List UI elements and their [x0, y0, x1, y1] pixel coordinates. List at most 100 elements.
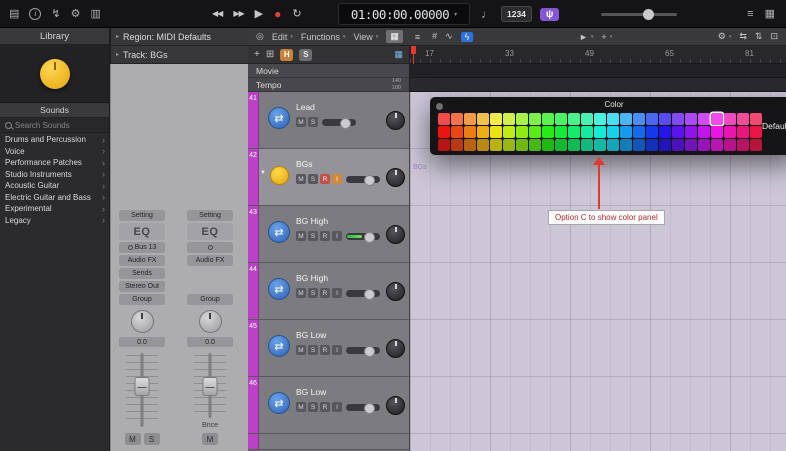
track-icon[interactable]: ⇄	[268, 335, 290, 357]
library-item[interactable]: Electric Guitar and Bass ›	[0, 192, 109, 204]
edit-menu[interactable]: Edit ▾	[272, 32, 293, 42]
pan-knob[interactable]	[386, 282, 405, 301]
chevron-down-icon[interactable]: ▾	[454, 11, 457, 18]
library-toggle-icon[interactable]: ▤	[9, 8, 19, 20]
group-button[interactable]: Group	[187, 294, 233, 305]
hide-tracks-button[interactable]: H	[280, 48, 294, 61]
color-swatch[interactable]	[568, 139, 580, 151]
color-swatch[interactable]	[646, 113, 658, 125]
color-swatch[interactable]	[737, 126, 749, 138]
track-name[interactable]: BG Low	[296, 387, 385, 397]
view-menu[interactable]: View ▾	[353, 32, 378, 42]
track-s-button[interactable]: S	[308, 117, 318, 127]
track-r-button[interactable]: R	[320, 345, 330, 355]
pan-knob[interactable]	[198, 309, 222, 333]
add-track-button[interactable]: +	[254, 49, 260, 60]
track-s-button[interactable]: S	[308, 402, 318, 412]
close-button[interactable]	[436, 103, 443, 110]
color-swatch[interactable]	[672, 139, 684, 151]
color-swatch[interactable]	[490, 126, 502, 138]
eq-button[interactable]: EQ	[187, 223, 233, 240]
color-swatch[interactable]	[516, 126, 528, 138]
color-swatch[interactable]	[451, 139, 463, 151]
functions-menu[interactable]: Functions ▾	[301, 32, 346, 42]
output-button[interactable]: Stereo Out	[119, 281, 165, 292]
movie-track-header[interactable]: Movie	[248, 64, 410, 78]
track-name[interactable]: BG High	[296, 273, 385, 283]
color-swatch[interactable]	[516, 113, 528, 125]
tempo-track-header[interactable]: Tempo 140 100	[248, 78, 410, 92]
count-in-button[interactable]: 1234	[501, 6, 532, 22]
list-editors-icon[interactable]: ≡	[747, 8, 753, 20]
color-swatch[interactable]	[711, 113, 723, 125]
color-swatch[interactable]	[477, 113, 489, 125]
pan-knob[interactable]	[386, 396, 405, 415]
playhead[interactable]	[411, 46, 416, 64]
track-s-button[interactable]: S	[308, 288, 318, 298]
color-swatch[interactable]	[464, 113, 476, 125]
color-swatch[interactable]	[698, 139, 710, 151]
vertical-zoom-icon[interactable]: ⇅	[755, 32, 763, 41]
volume-slider[interactable]	[322, 117, 356, 129]
track-r-button[interactable]: R	[320, 231, 330, 241]
settings-menu[interactable]: ⚙ ▾	[718, 31, 732, 42]
color-swatch[interactable]	[529, 113, 541, 125]
metronome-icon[interactable]: ♩	[481, 8, 493, 20]
volume-slider[interactable]	[346, 174, 380, 186]
color-swatch[interactable]	[607, 126, 619, 138]
color-swatch[interactable]	[555, 139, 567, 151]
eq-button[interactable]: EQ	[119, 223, 165, 240]
color-swatch[interactable]	[633, 139, 645, 151]
duplicate-track-icon[interactable]: ⊞	[266, 49, 274, 60]
waveform-icon[interactable]: ∿	[445, 32, 453, 41]
color-swatch[interactable]	[750, 126, 762, 138]
track-m-button[interactable]: M	[296, 117, 306, 127]
color-swatch[interactable]	[646, 139, 658, 151]
horizontal-zoom-icon[interactable]: ⇆	[739, 32, 747, 41]
library-item[interactable]: Voice ›	[0, 146, 109, 158]
color-swatch[interactable]	[724, 126, 736, 138]
library-item[interactable]: Performance Patches ›	[0, 157, 109, 169]
volume-slider[interactable]	[346, 231, 380, 243]
color-swatch[interactable]	[438, 113, 450, 125]
track-m-button[interactable]: M	[296, 288, 306, 298]
disclosure-triangle-icon[interactable]: ▼	[260, 170, 266, 176]
track-name[interactable]: BGs	[296, 159, 385, 169]
color-swatch[interactable]	[581, 113, 593, 125]
volume-slider[interactable]	[346, 402, 380, 414]
smart-controls-icon[interactable]: ⚙	[71, 8, 81, 20]
color-swatch[interactable]	[490, 113, 502, 125]
track-header[interactable]: 43 ⇄ BG High MSRI	[248, 206, 409, 263]
track-m-button[interactable]: M	[296, 174, 306, 184]
rewind-button[interactable]: ◀◀	[212, 10, 223, 18]
record-button[interactable]: ●	[274, 8, 281, 20]
color-swatch[interactable]	[750, 113, 762, 125]
color-swatch[interactable]	[503, 139, 515, 151]
track-i-button[interactable]: I	[332, 345, 342, 355]
catch-playhead-icon[interactable]: ◎	[256, 32, 264, 41]
grid-view-icon[interactable]: ▦	[386, 30, 403, 43]
track-name[interactable]: BG Low	[296, 330, 385, 340]
solo-button[interactable]: S	[143, 433, 160, 445]
cycle-button[interactable]: ↻	[292, 8, 301, 20]
color-swatch[interactable]	[659, 139, 671, 151]
pan-knob[interactable]	[386, 111, 405, 130]
color-swatch[interactable]	[503, 113, 515, 125]
track-icon[interactable]: ⇄	[268, 107, 290, 129]
forward-button[interactable]: ▶▶	[233, 10, 244, 18]
color-swatch[interactable]	[685, 113, 697, 125]
inspector-toggle-icon[interactable]: i	[29, 8, 42, 20]
track-name[interactable]: Lead	[296, 102, 385, 112]
volume-fader[interactable]	[187, 351, 233, 420]
group-button[interactable]: Group	[119, 294, 165, 305]
track-header[interactable]: 41 ⇄ Lead MS	[248, 92, 409, 149]
format-button[interactable]	[187, 242, 233, 253]
color-swatch[interactable]	[594, 126, 606, 138]
color-swatch[interactable]	[659, 113, 671, 125]
track-header[interactable]: 45 ⇄ BG Low MSRI	[248, 320, 409, 377]
track-m-button[interactable]: M	[296, 402, 306, 412]
mute-button[interactable]: M	[202, 433, 218, 445]
fader-handle[interactable]	[134, 377, 150, 396]
color-swatch[interactable]	[581, 126, 593, 138]
track-r-button[interactable]: R	[320, 402, 330, 412]
